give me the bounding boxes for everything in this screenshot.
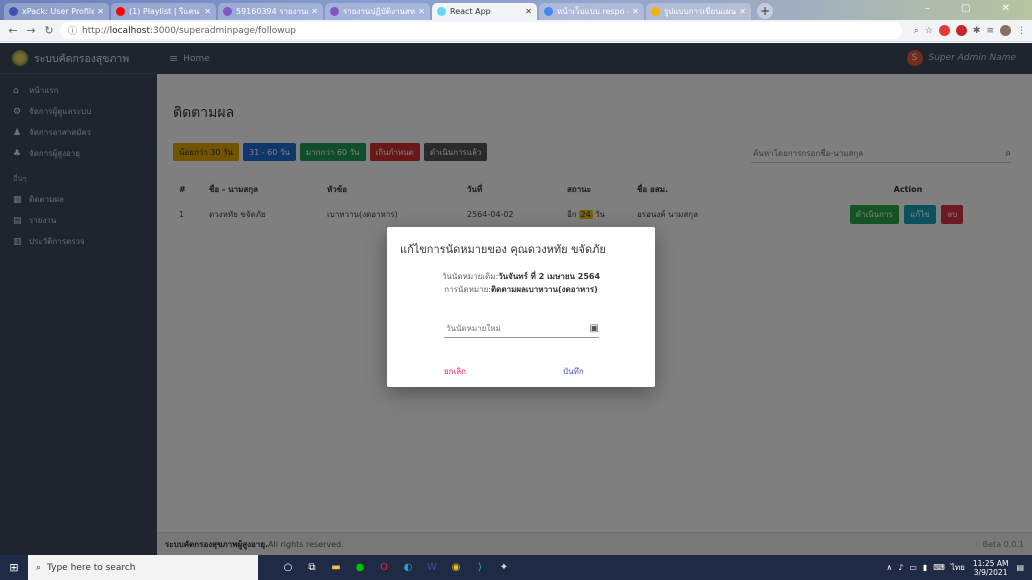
save-button[interactable]: บันทึก	[563, 365, 584, 378]
profile-avatar[interactable]	[1000, 25, 1011, 36]
calendar-picker-icon[interactable]: ▣	[590, 323, 599, 334]
network-icon[interactable]: ▭	[909, 563, 917, 572]
tray-chevron-icon[interactable]: ∧	[886, 563, 892, 572]
tab-favicon-icon	[330, 7, 339, 16]
task-view-icon[interactable]: ⧉	[300, 555, 324, 580]
tab-favicon-icon	[544, 7, 553, 16]
notification-icon[interactable]: ▤	[1016, 563, 1024, 572]
word-icon[interactable]: W	[420, 555, 444, 580]
browser-tab[interactable]: รายงานปฏิบัติงานสหกิจ✕	[325, 3, 430, 20]
new-date-field[interactable]: วันนัดหมายใหม่ ▣	[444, 320, 599, 338]
tab-close-icon[interactable]: ✕	[418, 7, 425, 16]
clock-time: 11:25 AM	[972, 558, 1009, 568]
tab-favicon-icon	[9, 7, 18, 16]
vscode-icon[interactable]: ⟩	[468, 555, 492, 580]
extension-icon-1[interactable]	[938, 25, 950, 36]
tab-close-icon[interactable]: ✕	[311, 7, 318, 16]
taskbar-search-input[interactable]: Type here to search	[47, 563, 135, 573]
keyboard-icon[interactable]: ⌨	[933, 563, 945, 572]
tab-label: รูปแบบการเขียนแผนการ	[664, 7, 736, 16]
tab-label: (1) Playlist | รีแคน	[129, 7, 200, 16]
bookmark-star-icon[interactable]: ☆	[925, 26, 933, 36]
tab-label: 59160394 รายงานการ	[236, 7, 308, 16]
tab-label: หน้าเว็บแบบ respo - Goo	[557, 7, 629, 16]
address-bar: ← → ↻ ⓘ http://localhost:3000/superadmin…	[0, 20, 1032, 42]
language-indicator[interactable]: ไทย	[951, 561, 965, 574]
tab-close-icon[interactable]: ✕	[739, 7, 746, 16]
chrome-icon[interactable]: ◉	[444, 555, 468, 580]
extensions-area: ⌕ ☆ ✱ ≡ ⋮	[908, 25, 1026, 36]
extensions-puzzle-icon[interactable]: ✱	[973, 26, 981, 36]
cortana-icon[interactable]: ○	[276, 555, 300, 580]
line-app-icon[interactable]: ●	[348, 555, 372, 580]
volume-icon[interactable]: ♪	[898, 563, 903, 572]
tab-close-icon[interactable]: ✕	[632, 7, 639, 16]
browser-tab[interactable]: (1) Playlist | รีแคน ✕	[111, 3, 216, 20]
dialog-appointment: การนัดหมาย:ติดตามผลเบาหวาน(งดอาหาร)	[387, 283, 655, 296]
browser-tab[interactable]: 59160394 รายงานการ✕	[218, 3, 323, 20]
tab-favicon-icon	[651, 7, 660, 16]
edit-appointment-dialog: แก้ไขการนัดหมายของ คุณดวงหทัย ขจัดภัย วั…	[387, 227, 655, 387]
browser-tab[interactable]: xPack: User Profile ✕	[4, 3, 109, 20]
new-date-input[interactable]: วันนัดหมายใหม่	[446, 322, 501, 335]
url-input[interactable]: ⓘ http://localhost:3000/superadminpage/f…	[60, 22, 902, 39]
back-icon[interactable]: ←	[6, 24, 20, 37]
browser-tabstrip: xPack: User Profile ✕ (1) Playlist | รีแคน…	[0, 0, 1032, 20]
appointment-label: การนัดหมาย:	[444, 285, 491, 294]
clock-date: 3/9/2021	[973, 567, 1008, 577]
url-text: http://localhost:3000/superadminpage/fol…	[82, 25, 296, 36]
reload-icon[interactable]: ↻	[42, 24, 56, 37]
reading-list-icon[interactable]: ≡	[986, 26, 994, 36]
browser-tab[interactable]: หน้าเว็บแบบ respo - Goo✕	[539, 3, 644, 20]
windows-taskbar: ⊞ ⌕ Type here to search ○ ⧉ ▬ ● O ◐ W ◉ …	[0, 555, 1032, 580]
forward-icon[interactable]: →	[24, 24, 38, 37]
info-icon[interactable]: ⓘ	[68, 24, 77, 37]
tab-close-icon[interactable]: ✕	[525, 7, 532, 16]
new-tab-button[interactable]: +	[757, 3, 773, 19]
menu-dots-icon[interactable]: ⋮	[1017, 26, 1026, 36]
cancel-button[interactable]: ยกเลิก	[444, 365, 466, 378]
clock[interactable]: 11:25 AM 3/9/2021	[973, 559, 1009, 577]
edge-icon[interactable]: ◐	[396, 555, 420, 580]
battery-icon[interactable]: ▮	[923, 563, 927, 572]
tab-label: รายงานปฏิบัติงานสหกิจ	[343, 7, 416, 16]
file-explorer-icon[interactable]: ▬	[324, 555, 348, 580]
app-icon[interactable]: ✦	[492, 555, 516, 580]
browser-tab[interactable]: React App ✕	[432, 3, 537, 20]
original-date-label: วันนัดหมายเดิม:	[441, 272, 499, 281]
tab-label: React App	[450, 7, 491, 16]
tab-favicon-icon	[116, 7, 125, 16]
tab-label: xPack: User Profile	[22, 7, 95, 16]
search-icon: ⌕	[36, 562, 42, 573]
dialog-title: แก้ไขการนัดหมายของ คุณดวงหทัย ขจัดภัย	[400, 243, 606, 256]
extension-icon-2[interactable]	[955, 25, 967, 36]
original-date-value: วันจันทร์ ที่ 2 เมษายน 2564	[498, 272, 601, 281]
window-controls[interactable]: – ▢ ✕	[925, 3, 1024, 14]
system-tray: ∧ ♪ ▭ ▮ ⌨ ไทย 11:25 AM 3/9/2021 ▤	[886, 559, 1032, 577]
windows-start-icon[interactable]: ⊞	[0, 561, 28, 574]
tab-close-icon[interactable]: ✕	[204, 7, 211, 16]
taskbar-apps: ○ ⧉ ▬ ● O ◐ W ◉ ⟩ ✦	[276, 555, 516, 580]
browser-tab[interactable]: รูปแบบการเขียนแผนการ✕	[646, 3, 751, 20]
tab-close-icon[interactable]: ✕	[97, 7, 104, 16]
tab-favicon-icon	[437, 7, 446, 16]
opera-icon[interactable]: O	[372, 555, 396, 580]
appointment-value: ติดตามผลเบาหวาน(งดอาหาร)	[490, 285, 598, 294]
app-root: ระบบคัดกรองสุขภาพ ⌂ หน้าแรก ⚙ จัดการผู้ด…	[0, 43, 1032, 555]
dialog-original-date: วันนัดหมายเดิม:วันจันทร์ ที่ 2 เมษายน 25…	[387, 270, 655, 283]
taskbar-search[interactable]: ⌕ Type here to search	[28, 555, 258, 580]
tab-favicon-icon	[223, 7, 232, 16]
zoom-icon[interactable]: ⌕	[914, 26, 919, 36]
